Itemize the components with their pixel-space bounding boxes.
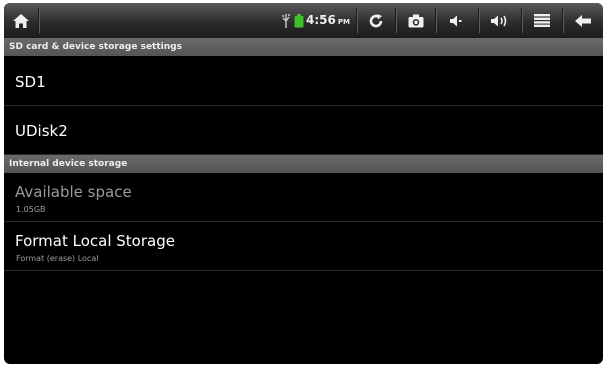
- status-bar: 4:56 PM: [4, 3, 603, 39]
- volume-up-icon[interactable]: [479, 3, 521, 38]
- item-title: Available space: [15, 183, 132, 201]
- status-clock: 4:56 PM: [306, 3, 350, 38]
- home-icon[interactable]: [4, 3, 38, 38]
- item-title: Format Local Storage: [15, 232, 175, 250]
- list-item-udisk2[interactable]: UDisk2: [4, 106, 603, 155]
- usb-icon: [280, 3, 292, 38]
- item-title: SD1: [15, 73, 46, 91]
- device-screen: 4:56 PM SD card & device storage settings…: [4, 3, 603, 364]
- section-header-sd: SD card & device storage settings: [4, 38, 603, 56]
- clock-ampm: PM: [337, 18, 350, 26]
- section-header-internal: Internal device storage: [4, 155, 603, 173]
- list-item-format-storage[interactable]: Format Local Storage Format (erase) Loca…: [4, 222, 603, 271]
- item-summary: Format (erase) Local: [16, 254, 99, 263]
- camera-icon[interactable]: [396, 3, 435, 38]
- list-item-available-space: Available space 1.05GB: [4, 173, 603, 222]
- back-icon[interactable]: [563, 3, 603, 38]
- item-title: UDisk2: [15, 122, 68, 140]
- item-summary: 1.05GB: [16, 205, 46, 214]
- refresh-icon[interactable]: [357, 3, 395, 38]
- list-item-sd1[interactable]: SD1: [4, 56, 603, 106]
- clock-time: 4:56: [306, 13, 336, 27]
- menu-icon[interactable]: [522, 3, 562, 38]
- volume-down-icon[interactable]: [436, 3, 478, 38]
- battery-icon: [293, 3, 305, 38]
